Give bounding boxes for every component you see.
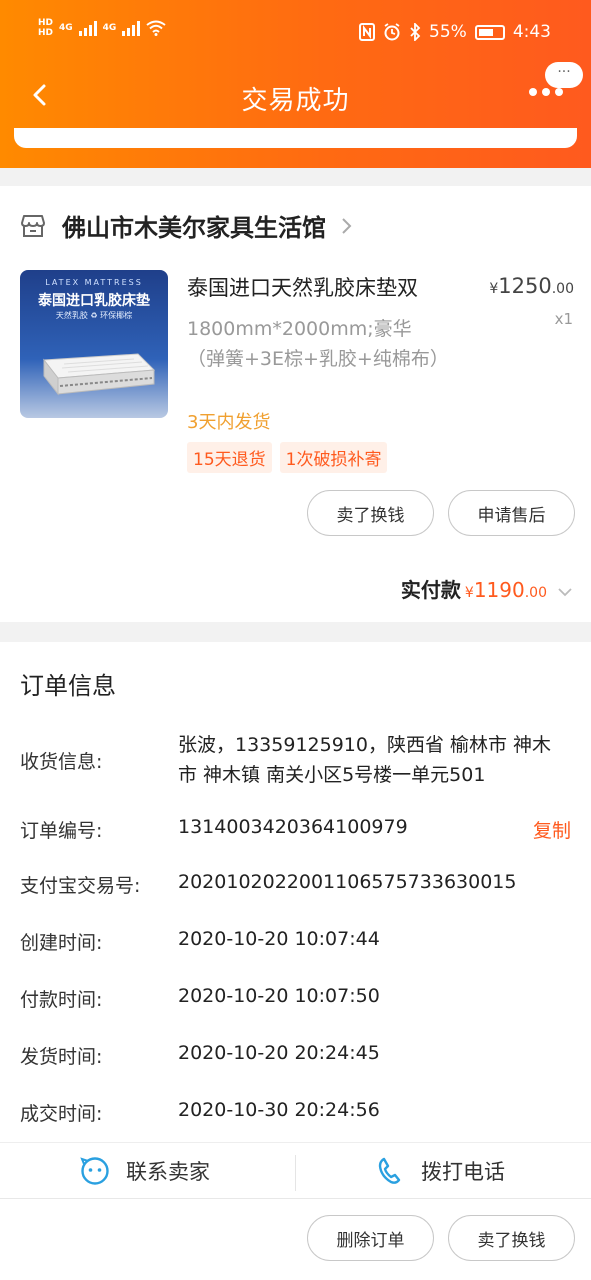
service-tag: 1次破损补寄 (279, 442, 388, 473)
shipped-time-value: 2020-10-20 20:24:45 (178, 1042, 380, 1064)
mattress-illustration (43, 353, 156, 396)
service-tags: 15天退货 1次破损补寄 (187, 442, 388, 473)
shipping-info-label: 收货信息: (20, 751, 103, 773)
shipping-info-value: 张波，13359125910，陕西省 榆林市 神木市 神木镇 南关小区5号楼一单… (178, 734, 552, 786)
nfc-icon (359, 23, 376, 41)
closed-time-value: 2020-10-30 20:24:56 (178, 1099, 380, 1121)
product-image-features: 天然乳胶 ♻ 环保椰棕 (55, 311, 133, 320)
contact-bar: 联系卖家 拨打电话 (0, 1142, 591, 1198)
paid-time-label: 付款时间: (20, 989, 103, 1011)
phone-icon (378, 1157, 401, 1184)
closed-time-label: 成交时间: (20, 1103, 103, 1125)
chevron-down-icon (558, 588, 572, 597)
product-image-caption-en: LATEX MATTRESS (45, 278, 143, 287)
contact-seller-button[interactable]: 联系卖家 (80, 1143, 210, 1199)
delete-order-button[interactable]: 删除订单 (307, 1215, 434, 1261)
bluetooth-icon (410, 23, 421, 41)
created-time-value: 2020-10-20 10:07:44 (178, 928, 380, 950)
after-sale-button[interactable]: 申请售后 (448, 490, 575, 536)
hd-indicators: HD HD (38, 18, 53, 38)
paid-time-value: 2020-10-20 10:07:50 (178, 985, 380, 1007)
contact-seller-label: 联系卖家 (126, 1160, 210, 1184)
shop-name: 佛山市木美尔家具生活馆 (62, 214, 326, 242)
shop-icon (21, 214, 45, 237)
wifi-icon (146, 20, 166, 36)
sell-item-button[interactable]: 卖了换钱 (307, 490, 434, 536)
quantity: x1 (554, 310, 573, 328)
alarm-icon (384, 23, 400, 41)
shipping-promise: 3天内发货 (187, 412, 271, 433)
message-bubble-icon[interactable]: ··· (545, 62, 583, 88)
shipped-time-label: 发货时间: (20, 1046, 103, 1068)
unit-price: ¥1250.00 (489, 274, 574, 298)
service-tag: 15天退货 (187, 442, 272, 473)
price-integer: 1250 (498, 274, 552, 298)
copy-button[interactable]: 复制 (533, 816, 571, 843)
status-bar: HD HD 4G 4G 55% 4:43 (0, 14, 591, 54)
price-currency: ¥ (489, 281, 499, 297)
created-time-label: 创建时间: (20, 932, 103, 954)
signal-strength-icon-2 (122, 20, 141, 36)
product-title[interactable]: 泰国进口天然乳胶床垫双 (187, 272, 418, 302)
battery-percent: 55% (429, 22, 467, 42)
chat-face-icon (80, 1157, 109, 1185)
order-item-card: 佛山市木美尔家具生活馆 LATEX MATTRESS 泰国进口乳胶床垫 天然乳胶… (0, 186, 591, 622)
product-image[interactable]: LATEX MATTRESS 泰国进口乳胶床垫 天然乳胶 ♻ 环保椰棕 (20, 270, 168, 418)
signal-strength-icon (78, 20, 97, 36)
hd-indicator-1: HD (38, 18, 54, 28)
alipay-trade-no-label: 支付宝交易号: (20, 875, 141, 897)
order-number-value: 1314003420364100979 (178, 816, 408, 838)
paid-decimal: .00 (524, 585, 547, 601)
paid-label: 实付款 (400, 578, 461, 602)
call-phone-button[interactable]: 拨打电话 (375, 1143, 505, 1199)
product-sku: 1800mm*2000mm;豪华（弹簧+3E棕+乳胶+纯棉布） (187, 318, 449, 370)
shop-header[interactable]: 佛山市木美尔家具生活馆 (20, 208, 354, 243)
status-signal-group: HD HD 4G 4G (38, 18, 166, 38)
paid-currency: ¥ (464, 585, 474, 601)
paid-integer: 1190 (473, 578, 525, 602)
price-decimal: .00 (551, 281, 574, 297)
clock-time: 4:43 (512, 22, 551, 42)
alipay-trade-no-value: 2020102022001106575733630015 (178, 871, 517, 893)
header-bar: HD HD 4G 4G 55% 4:43 交易成功 ··· (0, 0, 591, 168)
order-number-label: 订单编号: (20, 820, 103, 842)
header-card-edge (14, 128, 577, 148)
page-title: 交易成功 (241, 86, 350, 116)
network-type-2: 4G (102, 23, 117, 33)
paid-amount[interactable]: 实付款 ¥ 1190 .00 (401, 574, 573, 603)
hd-indicator-2: HD (38, 28, 54, 38)
status-right-group: 55% 4:43 (359, 22, 551, 42)
call-phone-label: 拨打电话 (421, 1160, 505, 1184)
battery-icon (474, 24, 505, 40)
product-image-caption: 泰国进口乳胶床垫 (38, 293, 150, 309)
bottom-action-bar: 删除订单 卖了换钱 (0, 1198, 591, 1280)
section-title: 订单信息 (20, 672, 116, 700)
order-info-card: 订单信息 收货信息: 张波，13359125910，陕西省 榆林市 神木市 神木… (0, 642, 591, 1142)
network-type-1: 4G (59, 23, 73, 33)
divider (295, 1155, 296, 1191)
sell-item-button-bottom[interactable]: 卖了换钱 (448, 1215, 575, 1261)
chevron-right-icon (342, 217, 352, 234)
